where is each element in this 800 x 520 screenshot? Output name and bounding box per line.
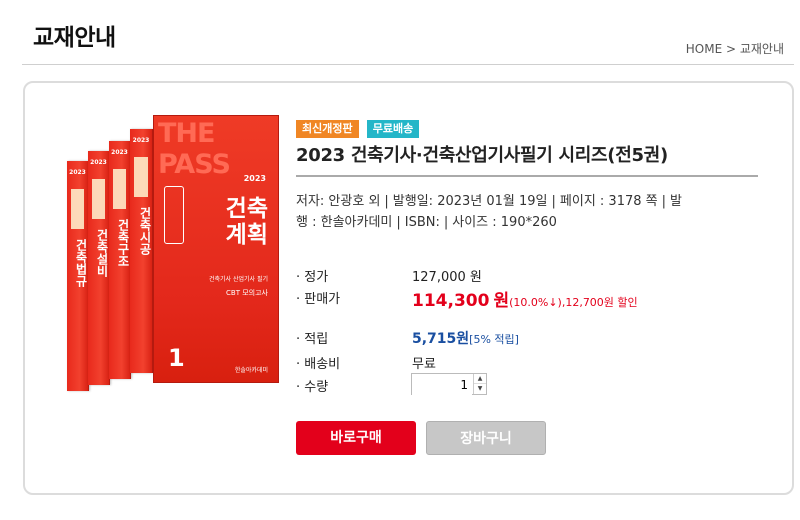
points-value: 5,715원 [412, 331, 470, 347]
cover-cbt-label: CBT 모의고사 [226, 289, 268, 297]
quantity-stepper[interactable]: ▲ ▼ [411, 373, 487, 395]
quantity-spinner[interactable]: ▲ ▼ [473, 374, 486, 394]
sale-price-row: · 판매가 114,300 원(10.0%↓),12,700원 할인 [296, 286, 638, 311]
cover-brand: THE PASS [158, 118, 231, 180]
product-tags: 최신개정판 무료배송 [296, 117, 422, 138]
decrement-icon[interactable]: ▼ [474, 384, 486, 394]
list-price-value: 127,000 원 [412, 270, 482, 285]
spine-title: 건축시공 [138, 207, 152, 255]
spine-title: 건축법규 [74, 239, 88, 287]
spine-title: 건축구조 [116, 219, 130, 267]
sale-price-value: 114,300 [412, 291, 490, 311]
sale-price-label: · 판매가 [296, 292, 341, 307]
book-cover-image: 2023 건축법규 2023 건축설비 2023 건축구조 2023 건축시공 … [67, 115, 279, 415]
sale-price-unit: 원 [493, 291, 510, 311]
increment-icon[interactable]: ▲ [474, 374, 486, 384]
quantity-label: · 수량 [296, 380, 329, 395]
spine-year: 2023 [69, 169, 86, 176]
cover-publisher: 한솔아카데미 [234, 367, 268, 374]
list-price-row: · 정가 127,000 원 [296, 266, 482, 285]
shipping-label: · 배송비 [296, 357, 341, 372]
cover-subtitle: 건축기사 산업기사 필기 [208, 276, 268, 283]
points-label: · 적립 [296, 332, 329, 347]
add-to-cart-button[interactable]: 장바구니 [426, 421, 546, 455]
spine-year: 2023 [90, 159, 107, 166]
spine-year: 2023 [111, 149, 128, 156]
spine-year: 2023 [132, 137, 150, 144]
points-row: · 적립 5,715원[5% 적립] [296, 328, 519, 348]
breadcrumb[interactable]: HOME > 교재안내 [686, 40, 784, 57]
cover-subject: 건축 계획 [225, 196, 268, 248]
spine-title: 건축설비 [95, 229, 109, 277]
title-divider [296, 175, 758, 177]
book-spine: 2023 건축시공 [130, 129, 153, 373]
quantity-row: · 수량 [296, 376, 412, 395]
tag-latest-edition: 최신개정판 [296, 120, 359, 138]
book-spine: 2023 건축설비 [88, 151, 110, 385]
tag-free-shipping: 무료배송 [366, 120, 420, 138]
page-title: 교재안내 [33, 25, 116, 51]
cover-volume-number: 1 [168, 344, 185, 372]
product-meta: 저자: 안광호 외 | 발행일: 2023년 01월 19일 | 페이지 : 3178 … [296, 191, 758, 233]
shipping-row: · 배송비 무료 [296, 353, 436, 372]
discount-text: (10.0%↓),12,700원 할인 [509, 296, 638, 309]
list-price-label: · 정가 [296, 270, 329, 285]
book-spine: 2023 건축구조 [109, 141, 131, 379]
book-front-cover: THE PASS 2023 건축 계획 건축기사 산업기사 필기 CBT 모의고… [153, 115, 279, 383]
quantity-input[interactable] [412, 375, 472, 395]
buy-now-button[interactable]: 바로구매 [296, 421, 416, 455]
book-spine: 2023 건축법규 [67, 161, 89, 391]
product-card: 2023 건축법규 2023 건축설비 2023 건축구조 2023 건축시공 … [23, 81, 794, 495]
meta-line-1: 저자: 안광호 외 | 발행일: 2023년 01월 19일 | 페이지 : 3178 … [296, 194, 682, 209]
cover-badge [164, 186, 184, 244]
shipping-value: 무료 [412, 357, 436, 372]
header-divider [22, 64, 794, 65]
product-title: 2023 건축기사·건축산업기사필기 시리즈(전5권) [296, 145, 668, 166]
meta-line-2: 행 : 한솔아카데미 | ISBN: | 사이즈 : 190*260 [296, 215, 557, 230]
cover-year: 2023 [243, 174, 266, 183]
points-rate: [5% 적립] [469, 333, 519, 346]
